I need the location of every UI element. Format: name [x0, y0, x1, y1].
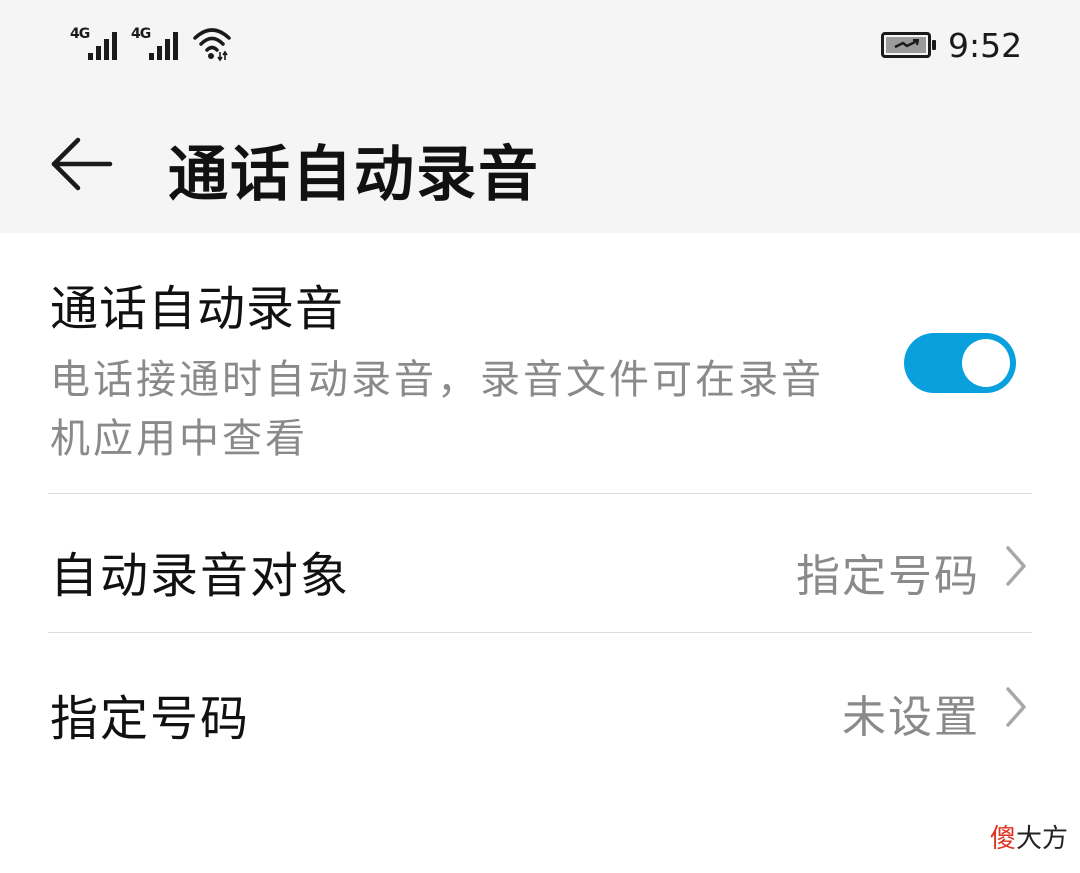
sim2-network-tag: 4G	[131, 26, 151, 42]
chevron-right-icon	[1006, 687, 1026, 727]
auto-record-title: 通话自动录音	[50, 281, 345, 337]
specified-numbers-label: 指定号码	[50, 691, 251, 747]
auto-record-toggle[interactable]	[904, 333, 1016, 393]
auto-record-description: 电话接通时自动录音，录音文件可在录音机应用中查看	[50, 357, 824, 462]
back-arrow-icon[interactable]	[50, 135, 114, 193]
record-target-label: 自动录音对象	[50, 548, 351, 604]
page-title: 通话自动录音	[168, 140, 540, 210]
chevron-right-icon	[1006, 546, 1026, 586]
record-target-item[interactable]: 自动录音对象 指定号码	[0, 494, 1080, 632]
auto-record-setting[interactable]: 通话自动录音 电话接通时自动录音，录音文件可在录音机应用中查看	[0, 233, 1080, 493]
toggle-knob	[962, 339, 1010, 387]
wifi-icon	[193, 28, 231, 62]
record-target-value: 指定号码	[796, 551, 980, 602]
watermark: 傻大方	[990, 824, 1069, 854]
sim1-network-tag: 4G	[70, 26, 90, 42]
specified-numbers-value: 未设置	[842, 692, 980, 743]
specified-numbers-item[interactable]: 指定号码 未设置	[0, 633, 1080, 773]
status-bar: 4G 4G 9:52	[0, 0, 1080, 90]
status-time: 9:52	[948, 26, 1023, 65]
battery-charging-icon	[881, 32, 936, 58]
